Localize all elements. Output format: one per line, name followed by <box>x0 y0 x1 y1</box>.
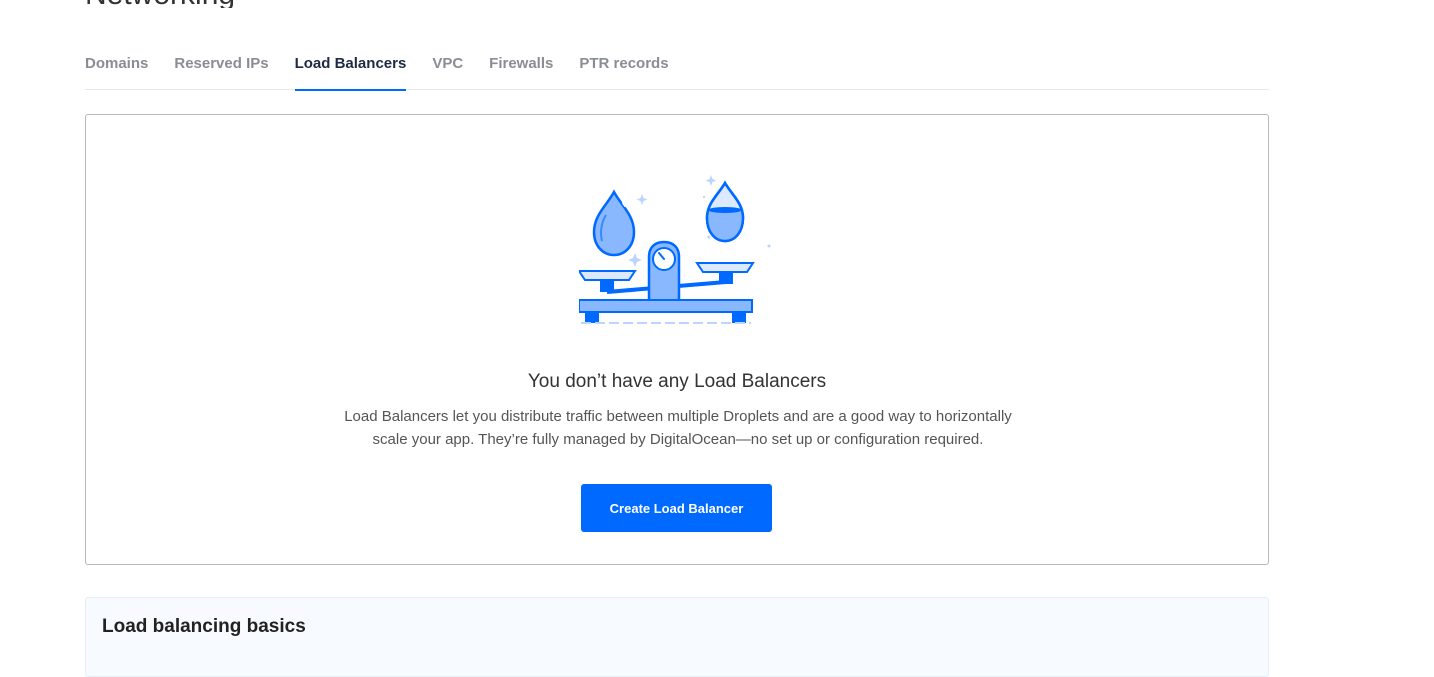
load-balancing-basics-panel: Load balancing basics <box>85 597 1269 677</box>
empty-state-card: You don’t have any Load Balancers Load B… <box>85 114 1269 565</box>
networking-tabs: Domains Reserved IPs Load Balancers VPC … <box>85 38 1269 91</box>
empty-state-description-line: scale your app. They’re fully managed by… <box>372 431 984 448</box>
page-title: Networking <box>85 0 235 8</box>
tab-ptr-records[interactable]: PTR records <box>579 38 668 90</box>
create-load-balancer-button[interactable]: Create Load Balancer <box>581 484 772 532</box>
scale-with-droplets-icon <box>579 175 771 324</box>
tab-load-balancers[interactable]: Load Balancers <box>294 38 406 91</box>
basics-title: Load balancing basics <box>102 616 306 637</box>
empty-state-description-line: Load Balancers let you distribute traffi… <box>344 408 1012 425</box>
tab-firewalls[interactable]: Firewalls <box>489 38 553 90</box>
empty-state-description: Load Balancers let you distribute traffi… <box>318 405 1038 451</box>
tab-domains[interactable]: Domains <box>85 38 148 90</box>
tab-reserved-ips[interactable]: Reserved IPs <box>174 38 268 90</box>
empty-state-title: You don’t have any Load Balancers <box>527 371 827 392</box>
tab-vpc[interactable]: VPC <box>432 38 463 90</box>
